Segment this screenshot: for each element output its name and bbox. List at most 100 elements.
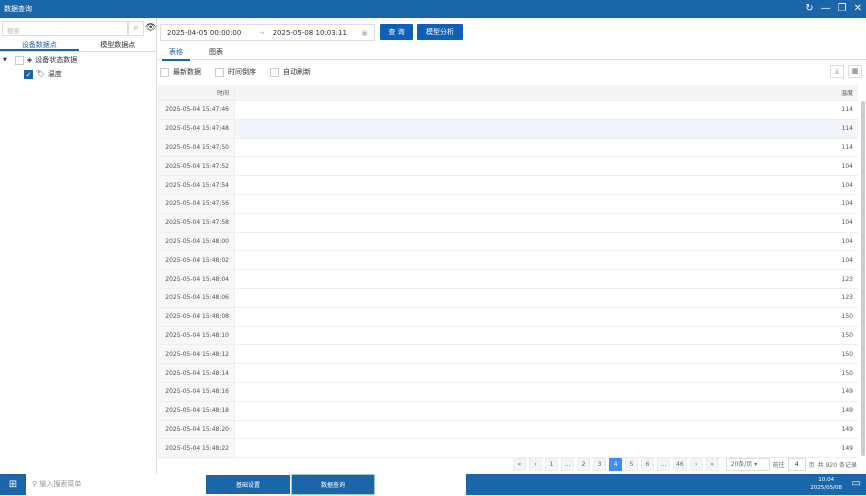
system-tray: 10:04 2025/05/08 ▭ (466, 474, 866, 495)
table-row[interactable]: 2025-05-04 15:47:48 114 (158, 119, 858, 139)
option-desc[interactable]: 时间倒序 (215, 67, 256, 77)
search-icon[interactable]: ⌕ (128, 21, 144, 36)
cell-time: 2025-05-04 15:48:14 (158, 364, 235, 382)
table-row[interactable]: 2025-05-04 15:48:16 149 (158, 382, 858, 402)
option-label: 最新数据 (173, 68, 201, 76)
close-icon[interactable]: ✕ (854, 3, 862, 14)
cell-time: 2025-05-04 15:47:46 (158, 101, 235, 119)
date-range-picker[interactable]: 2025-04-05 00:00:00 → 2025-05-08 10:03:1… (160, 24, 375, 41)
left-panel: 搜索 ⌕ 👁 设备数据点 模型数据点 ▼ ◈ 设备状态数据 ✓ 🏷 温度 (0, 18, 157, 474)
page-button[interactable]: 3 (593, 458, 606, 471)
cell-temperature: 123 (841, 275, 853, 283)
clock-time: 10:04 (818, 477, 835, 483)
cell-temperature: 104 (841, 200, 853, 208)
table-row[interactable]: 2025-05-04 15:47:46 114 (158, 101, 858, 120)
table-row[interactable]: 2025-05-04 15:48:12 150 (158, 345, 858, 365)
model-analysis-button[interactable]: 模型分析 (417, 24, 463, 40)
table-row[interactable]: 2025-05-04 15:47:50 114 (158, 138, 858, 158)
taskbar-app-basic-settings[interactable]: 基础设置 (205, 474, 291, 495)
next-page-button[interactable]: › (689, 458, 703, 471)
table-row[interactable]: 2025-05-04 15:47:58 104 (158, 213, 858, 233)
notification-icon[interactable]: ▭ (852, 479, 861, 489)
page-size-select[interactable]: 20条/页 ▾ (725, 458, 770, 471)
table-row[interactable]: 2025-05-04 15:48:08 150 (158, 307, 858, 327)
option-label: 时间倒序 (228, 68, 256, 76)
table-row[interactable]: 2025-05-04 15:47:56 104 (158, 194, 858, 214)
taskbar-app-data-query[interactable]: 数据查询 (291, 474, 375, 495)
table-header: 时间 温度 (158, 85, 858, 101)
windows-start-icon[interactable]: ⊞ (0, 474, 26, 495)
cell-temperature: 104 (841, 162, 853, 170)
table-row[interactable]: 2025-05-04 15:48:06 123 (158, 288, 858, 308)
table-row[interactable]: 2025-05-04 15:48:20 149 (158, 420, 858, 440)
option-label: 自动刷新 (283, 68, 311, 76)
prev-page-button[interactable]: ‹ (529, 458, 542, 471)
download-icon[interactable]: ⤓ (830, 65, 844, 78)
menu-search-input[interactable]: ⚲ 输入搜索菜单 (32, 479, 81, 489)
tree-node-group[interactable]: ▼ ◈ 设备状态数据 (3, 55, 77, 65)
item-checkbox[interactable]: ✓ (24, 69, 33, 79)
goto-page-input[interactable]: 4 (787, 458, 806, 471)
page-button[interactable]: 4 (609, 458, 622, 471)
table-row[interactable]: 2025-05-04 15:48:00 104 (158, 232, 858, 252)
cell-temperature: 104 (841, 256, 853, 264)
pagination: « ‹ 1… 2 3 4 5 6… 46 › » 20条/页 ▾ 前往 4 页 共 920 … (513, 458, 857, 471)
page-button[interactable]: 2 (577, 458, 590, 471)
refresh-icon[interactable]: ↻ (805, 3, 813, 14)
group-checkbox[interactable] (14, 55, 24, 65)
clock: 10:04 2025/05/08 (810, 476, 842, 492)
table-row[interactable]: 2025-05-04 15:48:02 104 (158, 251, 858, 271)
page-button[interactable]: 5 (625, 458, 638, 471)
minimize-icon[interactable]: — (821, 3, 831, 14)
tab-model-points[interactable]: 模型数据点 (79, 39, 158, 51)
tree-item-label: 温度 (47, 70, 62, 78)
cell-temperature: 150 (841, 313, 853, 321)
vertical-scrollbar[interactable] (861, 101, 865, 456)
table-row[interactable]: 2025-05-04 15:48:18 149 (158, 401, 858, 421)
table-row[interactable]: 2025-05-04 15:48:22 149 (158, 439, 858, 459)
tab-device-points[interactable]: 设备数据点 (0, 39, 79, 51)
last-page-button[interactable]: » (705, 458, 719, 471)
tree-node-item[interactable]: ✓ 🏷 温度 (24, 69, 62, 79)
start-date[interactable]: 2025-04-05 00:00:00 (167, 29, 259, 37)
table-row[interactable]: 2025-05-04 15:48:04 123 (158, 270, 858, 289)
table-row[interactable]: 2025-05-04 15:48:10 150 (158, 326, 858, 346)
checkbox[interactable] (270, 67, 279, 77)
cell-time: 2025-05-04 15:47:58 (158, 213, 235, 232)
query-button[interactable]: 查 询 (380, 24, 413, 40)
cell-temperature: 149 (841, 425, 853, 433)
page-unit-label: 页 (808, 462, 815, 469)
tab-chart[interactable]: 图表 (202, 46, 230, 59)
option-latest[interactable]: 最新数据 (160, 67, 201, 77)
checkbox[interactable] (215, 67, 224, 77)
data-table: 时间 温度 2025-05-04 15:47:46 114 2025-05-04 1… (158, 85, 858, 459)
layers-icon: ◈ (26, 56, 33, 64)
menu-search-placeholder: 输入搜索菜单 (39, 480, 82, 488)
cell-time: 2025-05-04 15:47:56 (158, 194, 235, 213)
cell-time: 2025-05-04 15:48:08 (158, 307, 235, 326)
columns-icon[interactable]: ▦ (848, 65, 862, 78)
end-date[interactable]: 2025-05-08 10:03:11 (273, 29, 362, 37)
restore-icon[interactable]: ❐ (838, 3, 847, 14)
cell-time: 2025-05-04 15:47:48 (158, 119, 235, 138)
caret-down-icon[interactable]: ▼ (3, 57, 7, 63)
cell-time: 2025-05-04 15:48:06 (158, 288, 235, 307)
page-ellipsis[interactable]: … (657, 458, 670, 471)
table-row[interactable]: 2025-05-04 15:47:54 104 (158, 176, 858, 195)
first-page-button[interactable]: « (513, 458, 526, 471)
page-button[interactable]: 1 (545, 458, 558, 471)
cell-temperature: 149 (841, 388, 853, 396)
search-input[interactable]: 搜索 (2, 21, 128, 36)
cell-temperature: 123 (841, 294, 853, 302)
page-ellipsis[interactable]: … (561, 458, 574, 471)
eye-icon[interactable]: 👁 (145, 21, 156, 35)
calendar-icon[interactable]: ▣ (361, 29, 368, 37)
table-row[interactable]: 2025-05-04 15:47:52 104 (158, 157, 858, 177)
table-row[interactable]: 2025-05-04 15:48:14 150 (158, 364, 858, 383)
cell-temperature: 149 (841, 407, 853, 415)
checkbox[interactable] (160, 67, 169, 77)
page-button[interactable]: 46 (673, 458, 687, 471)
page-button[interactable]: 6 (641, 458, 654, 471)
tab-table[interactable]: 表格 (162, 46, 190, 61)
option-auto-refresh[interactable]: 自动刷新 (270, 67, 311, 77)
